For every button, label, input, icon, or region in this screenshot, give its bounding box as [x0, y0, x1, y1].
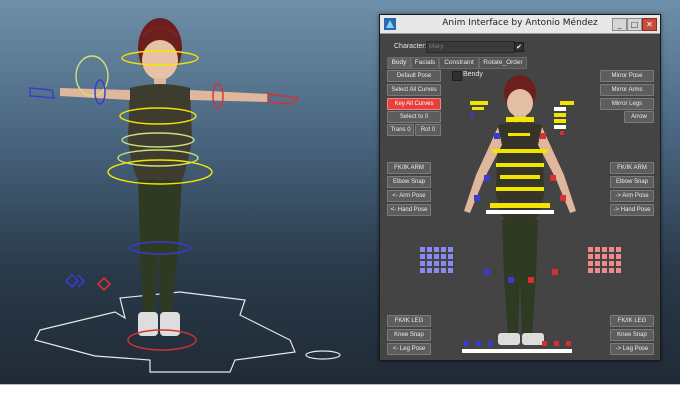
finger-control[interactable]	[427, 261, 432, 266]
finger-control[interactable]	[427, 254, 432, 259]
bottom-divider	[0, 384, 680, 385]
finger-control[interactable]	[609, 261, 614, 266]
picker-left-finger-controls[interactable]	[420, 247, 453, 273]
finger-control[interactable]	[448, 254, 453, 259]
finger-control[interactable]	[420, 247, 425, 252]
finger-control[interactable]	[448, 261, 453, 266]
picker-right-finger-controls[interactable]	[588, 247, 621, 273]
main-control-curve[interactable]	[34, 291, 341, 373]
finger-control[interactable]	[434, 254, 439, 259]
finger-control[interactable]	[441, 247, 446, 252]
finger-control[interactable]	[427, 247, 432, 252]
finger-control[interactable]	[434, 247, 439, 252]
foot-ik-controls[interactable]	[64, 273, 112, 292]
finger-control[interactable]	[602, 254, 607, 259]
finger-control[interactable]	[427, 268, 432, 273]
finger-control[interactable]	[441, 254, 446, 259]
finger-control[interactable]	[588, 261, 593, 266]
finger-control[interactable]	[602, 268, 607, 273]
finger-control[interactable]	[588, 247, 593, 252]
finger-control[interactable]	[595, 247, 600, 252]
finger-control[interactable]	[616, 268, 621, 273]
finger-control[interactable]	[420, 268, 425, 273]
finger-control[interactable]	[602, 261, 607, 266]
anim-interface-window: Anim Interface by Antonio Méndez _ □ ✕ C…	[379, 14, 661, 361]
finger-control[interactable]	[616, 247, 621, 252]
finger-control[interactable]	[420, 261, 425, 266]
finger-control[interactable]	[448, 268, 453, 273]
picker-root-control[interactable]	[462, 349, 572, 353]
character-model[interactable]	[60, 18, 268, 336]
finger-control[interactable]	[434, 268, 439, 273]
finger-control[interactable]	[588, 268, 593, 273]
finger-control[interactable]	[420, 254, 425, 259]
finger-control[interactable]	[616, 261, 621, 266]
picker-hip-control[interactable]	[486, 210, 554, 214]
finger-control[interactable]	[616, 254, 621, 259]
finger-control[interactable]	[595, 261, 600, 266]
character-picker	[420, 75, 621, 353]
finger-control[interactable]	[434, 261, 439, 266]
finger-control[interactable]	[588, 254, 593, 259]
finger-control[interactable]	[609, 268, 614, 273]
finger-control[interactable]	[609, 254, 614, 259]
finger-control[interactable]	[441, 261, 446, 266]
finger-control[interactable]	[595, 268, 600, 273]
finger-control[interactable]	[595, 254, 600, 259]
finger-control[interactable]	[602, 247, 607, 252]
finger-control[interactable]	[441, 268, 446, 273]
finger-control[interactable]	[609, 247, 614, 252]
finger-control[interactable]	[448, 247, 453, 252]
